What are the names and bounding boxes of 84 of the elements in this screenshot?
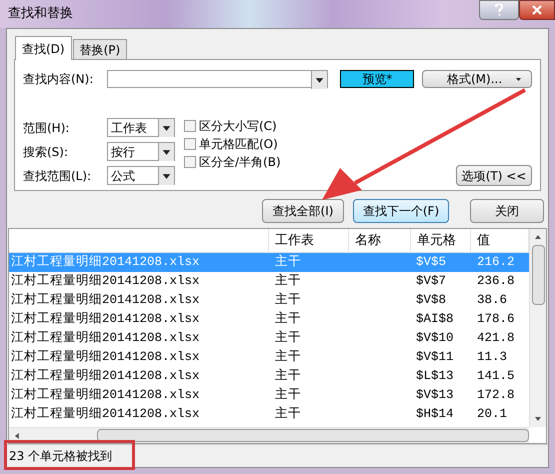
cell-address: $V$8 — [415, 292, 448, 310]
help-icon — [495, 4, 503, 16]
file-cell-text: 江村工程量明细20141208.xlsx — [10, 272, 201, 290]
value-cell-text: 20.1 — [476, 406, 508, 424]
result-row[interactable]: 江村工程量明细20141208.xlsx 主干 $V$11 11.3 — [9, 348, 529, 367]
column-header[interactable]: 名称 — [349, 229, 411, 252]
value-cell-text: 236.8 — [476, 273, 515, 290]
options-button[interactable]: 选项(T) << — [456, 165, 532, 186]
cell-address: $V$7 — [415, 273, 448, 290]
option-select[interactable]: 公式 — [107, 166, 175, 185]
close-button[interactable] — [519, 0, 555, 20]
checkbox-label: 区分全/半角(B) — [199, 154, 281, 170]
sheet-cell-text: 主干 — [274, 406, 302, 424]
cell-address: $V$13 — [415, 387, 455, 404]
cell-address: $H$14 — [415, 406, 455, 424]
file-cell-text: 江村工程量明细20141208.xlsx — [10, 368, 201, 386]
value-cell-text: 11.3 — [476, 349, 508, 366]
dropdown-caret-icon[interactable] — [158, 118, 174, 136]
sheet-cell-text: 主干 — [274, 292, 302, 310]
dialog-button[interactable]: 关闭 — [470, 199, 544, 223]
dialog-button[interactable]: 查找全部(I) — [262, 199, 344, 223]
sheet-cell-text: 主干 — [274, 368, 302, 386]
value-cell-text: 421.8 — [476, 330, 515, 348]
caret-icon — [516, 78, 521, 80]
checkbox[interactable] — [184, 156, 196, 168]
dropdown-caret-icon[interactable] — [158, 166, 174, 184]
result-row[interactable]: 江村工程量明细20141208.xlsx 主干 $V$8 38.6 — [9, 291, 529, 310]
find-field[interactable] — [106, 70, 328, 88]
cell-address: $AI$8 — [415, 311, 455, 328]
cell-address: $V$10 — [415, 330, 455, 348]
option-select[interactable]: 按行 — [107, 142, 175, 161]
tab[interactable]: 替换(P) — [72, 39, 128, 59]
cell-address: $L$13 — [415, 368, 455, 386]
result-row[interactable]: 江村工程量明细20141208.xlsx 主干 $V$10 421.8 — [9, 329, 529, 348]
file-cell-text: 江村工程量明细20141208.xlsx — [10, 406, 201, 424]
result-row[interactable]: 江村工程量明细20141208.xlsx 主干 $L$13 141.5 — [9, 367, 529, 386]
sheet-cell-text: 主干 — [274, 272, 302, 290]
file-cell-text: 江村工程量明细20141208.xlsx — [10, 348, 201, 366]
scroll-thumb[interactable] — [96, 429, 529, 442]
checkbox-label: 区分大小写(C) — [199, 118, 277, 134]
format-button[interactable]: 格式(M)... — [422, 70, 532, 88]
option-label: 搜索(S): — [23, 144, 70, 160]
option-label: 范围(H): — [23, 120, 70, 136]
preview-swatch: 预览* — [340, 70, 414, 88]
value-cell-text: 38.6 — [476, 292, 508, 310]
value-cell-text: 172.8 — [476, 387, 515, 404]
help-button[interactable] — [479, 0, 519, 20]
result-row[interactable]: 江村工程量明细20141208.xlsx 主干 $V$7 236.8 — [9, 272, 529, 291]
close-icon — [532, 5, 542, 15]
result-row[interactable]: 江村工程量明细20141208.xlsx 主干 $AI$8 178.6 — [9, 310, 529, 329]
dropdown-caret-icon[interactable] — [158, 142, 174, 160]
sheet-cell-text: 主干 — [274, 254, 302, 272]
sheet-cell-text: 主干 — [274, 348, 302, 366]
option-label: 查找范围(L): — [23, 168, 92, 184]
checkbox[interactable] — [184, 138, 196, 150]
file-cell-text: 江村工程量明细20141208.xlsx — [10, 386, 201, 404]
sheet-cell-text: 主干 — [274, 386, 302, 404]
tab[interactable]: 查找(D) — [15, 36, 72, 60]
checkbox[interactable] — [184, 120, 196, 132]
file-cell-text: 江村工程量明细20141208.xlsx — [10, 330, 201, 348]
dropdown-caret-icon[interactable] — [311, 71, 328, 89]
column-header[interactable]: 工作表 — [269, 229, 349, 252]
sheet-cell-text: 主干 — [274, 330, 302, 348]
file-cell-text: 江村工程量明细20141208.xlsx — [10, 292, 201, 310]
file-cell-text: 江村工程量明细20141208.xlsx — [10, 254, 201, 272]
find-label: 查找内容(N): — [23, 71, 94, 88]
value-cell-text: 141.5 — [476, 368, 515, 386]
option-select[interactable]: 工作表 — [107, 118, 175, 137]
vertical-scrollbar[interactable] — [529, 229, 546, 427]
file-cell-text: 江村工程量明细20141208.xlsx — [10, 310, 201, 328]
dialog-button[interactable]: 查找下一个(F) — [353, 199, 449, 223]
horizontal-scrollbar[interactable] — [9, 427, 529, 443]
checkbox-label: 单元格匹配(O) — [199, 136, 278, 152]
window-title: 查找和替换 — [8, 5, 74, 24]
cell-address: $V$11 — [415, 349, 455, 366]
sheet-cell-text: 主干 — [274, 310, 302, 328]
value-cell-text: 178.6 — [476, 311, 515, 328]
status-text: 23 个单元格被找到 — [9, 448, 112, 465]
scroll-thumb[interactable] — [532, 245, 544, 305]
column-header[interactable]: 单元格 — [411, 229, 471, 252]
value-cell-text: 216.2 — [476, 254, 515, 272]
cell-address: $V$5 — [415, 254, 448, 272]
result-row[interactable]: 江村工程量明细20141208.xlsx 主干 $V$13 172.8 — [9, 386, 529, 405]
result-row[interactable]: 江村工程量明细20141208.xlsx 主干 $H$14 20.1 — [9, 405, 529, 424]
